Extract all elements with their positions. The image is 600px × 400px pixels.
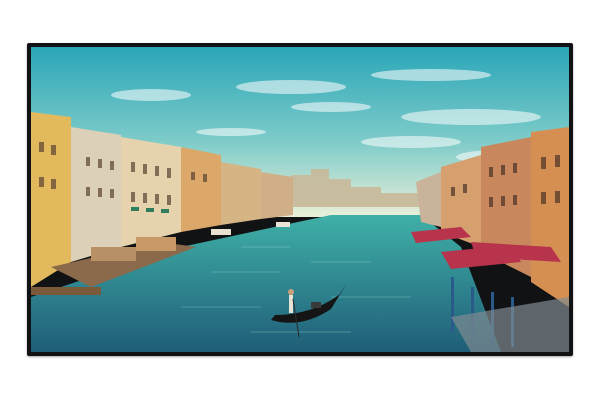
venice-canal-image: [31, 47, 569, 352]
display-monitor: [27, 43, 573, 356]
display-screen: [31, 47, 569, 352]
